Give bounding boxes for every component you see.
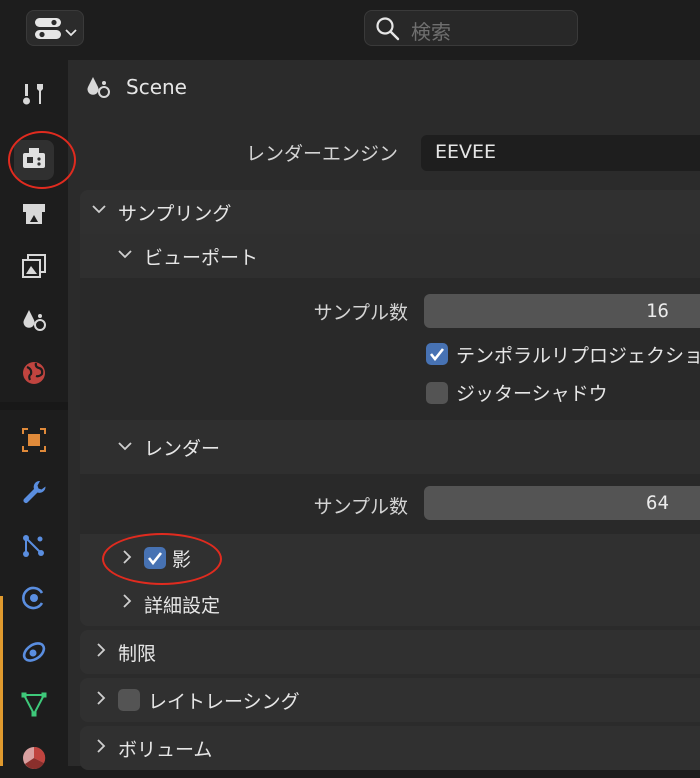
- shadows-label: 影: [172, 549, 192, 571]
- properties-header: 検索: [0, 0, 700, 60]
- constraints-tab[interactable]: [14, 634, 54, 674]
- render-engine-dropdown[interactable]: EEVEE: [421, 135, 700, 171]
- physics-tab[interactable]: [14, 580, 54, 620]
- tool-icon: [20, 80, 48, 112]
- chevron-right-icon: [94, 691, 108, 709]
- jittered-shadows-checkbox[interactable]: [426, 382, 448, 404]
- viewport-subpanel-header[interactable]: ビューポート: [80, 234, 700, 278]
- mesh-data-icon: [20, 690, 48, 722]
- editor-type-button[interactable]: [26, 10, 84, 46]
- tool-tab[interactable]: [14, 76, 54, 116]
- physics-icon: [20, 584, 48, 616]
- raytracing-title: レイトレーシング: [148, 691, 300, 713]
- viewport-samples-value: 16: [646, 300, 669, 322]
- shadows-subpanel-header[interactable]: 影: [80, 534, 700, 582]
- render-engine-value: EEVEE: [435, 141, 497, 163]
- sampling-panel: サンプリング ビューポート サンプル数 16 テンポラルリプロジェクショ ジッタ…: [80, 190, 700, 626]
- scene-name: Scene: [126, 75, 187, 99]
- properties-main: Scene レンダーエンジン EEVEE サンプリング ビューポート サンプル数…: [68, 60, 700, 770]
- viewport-title: ビューポート: [144, 247, 259, 269]
- search-placeholder: 検索: [411, 20, 451, 44]
- render-samples-field[interactable]: 64: [424, 486, 700, 520]
- checkmark-icon: [429, 346, 445, 366]
- properties-editor-icon: [35, 18, 61, 44]
- chevron-right-icon: [94, 643, 108, 661]
- advanced-subpanel-header[interactable]: 詳細設定: [80, 582, 700, 626]
- object-icon: [20, 426, 48, 458]
- material-icon: [20, 742, 48, 774]
- temporal-reprojection-label: テンポラルリプロジェクショ: [456, 345, 700, 367]
- volumes-panel-header[interactable]: ボリューム: [80, 726, 700, 770]
- scene-icon: [20, 306, 48, 338]
- viewport-subpanel-body: サンプル数 16 テンポラルリプロジェクショ ジッターシャドウ: [80, 278, 700, 420]
- chevron-down-icon: [118, 247, 132, 265]
- wrench-icon: [20, 478, 48, 510]
- particles-tab[interactable]: [14, 528, 54, 568]
- modifier-tab[interactable]: [14, 474, 54, 514]
- chevron-right-icon: [94, 739, 108, 757]
- temporal-reprojection-checkbox[interactable]: [426, 343, 448, 365]
- render-subpanel-header[interactable]: レンダー: [80, 420, 700, 474]
- render-samples-label: サンプル数: [313, 496, 408, 518]
- material-tab[interactable]: [14, 738, 54, 778]
- properties-tab-strip: [0, 60, 68, 769]
- output-tab[interactable]: [14, 196, 54, 236]
- volumes-title: ボリューム: [118, 739, 213, 761]
- chevron-down-icon: [92, 202, 106, 220]
- render-icon: [20, 144, 48, 176]
- output-icon: [20, 200, 48, 232]
- render-subpanel-body: サンプル数 64: [80, 474, 700, 534]
- chevron-down-icon: [65, 23, 77, 42]
- world-icon: [20, 359, 48, 391]
- render-title: レンダー: [144, 438, 221, 460]
- scene-icon: [84, 73, 112, 105]
- side-accent-line: [0, 596, 3, 766]
- particles-icon: [20, 532, 48, 564]
- viewport-samples-field[interactable]: 16: [424, 294, 700, 328]
- search-input[interactable]: 検索: [364, 10, 578, 46]
- object-tab[interactable]: [14, 422, 54, 462]
- data-tab[interactable]: [14, 686, 54, 726]
- chevron-right-icon: [120, 594, 134, 612]
- view-layer-tab[interactable]: [14, 248, 54, 288]
- sampling-title: サンプリング: [118, 203, 232, 225]
- sampling-panel-header[interactable]: サンプリング: [80, 190, 700, 234]
- render-tab[interactable]: [14, 140, 54, 180]
- chevron-down-icon: [118, 439, 132, 457]
- render-engine-label: レンダーエンジン: [246, 143, 399, 165]
- chevron-right-icon: [120, 550, 134, 568]
- limits-title: 制限: [118, 643, 157, 665]
- view-layer-icon: [20, 252, 48, 284]
- advanced-title: 詳細設定: [144, 595, 221, 617]
- raytracing-panel-header[interactable]: レイトレーシング: [80, 678, 700, 722]
- viewport-samples-label: サンプル数: [313, 302, 408, 324]
- search-icon: [375, 16, 401, 46]
- scene-tab[interactable]: [14, 302, 54, 342]
- shadows-checkbox[interactable]: [144, 547, 166, 569]
- tab-separator: [0, 402, 68, 410]
- limits-panel-header[interactable]: 制限: [80, 630, 700, 674]
- checkmark-icon: [147, 550, 163, 570]
- constraint-icon: [20, 638, 48, 670]
- render-samples-value: 64: [646, 492, 669, 514]
- raytracing-checkbox[interactable]: [118, 689, 140, 711]
- world-tab[interactable]: [14, 355, 54, 395]
- jittered-shadows-label: ジッターシャドウ: [456, 383, 608, 405]
